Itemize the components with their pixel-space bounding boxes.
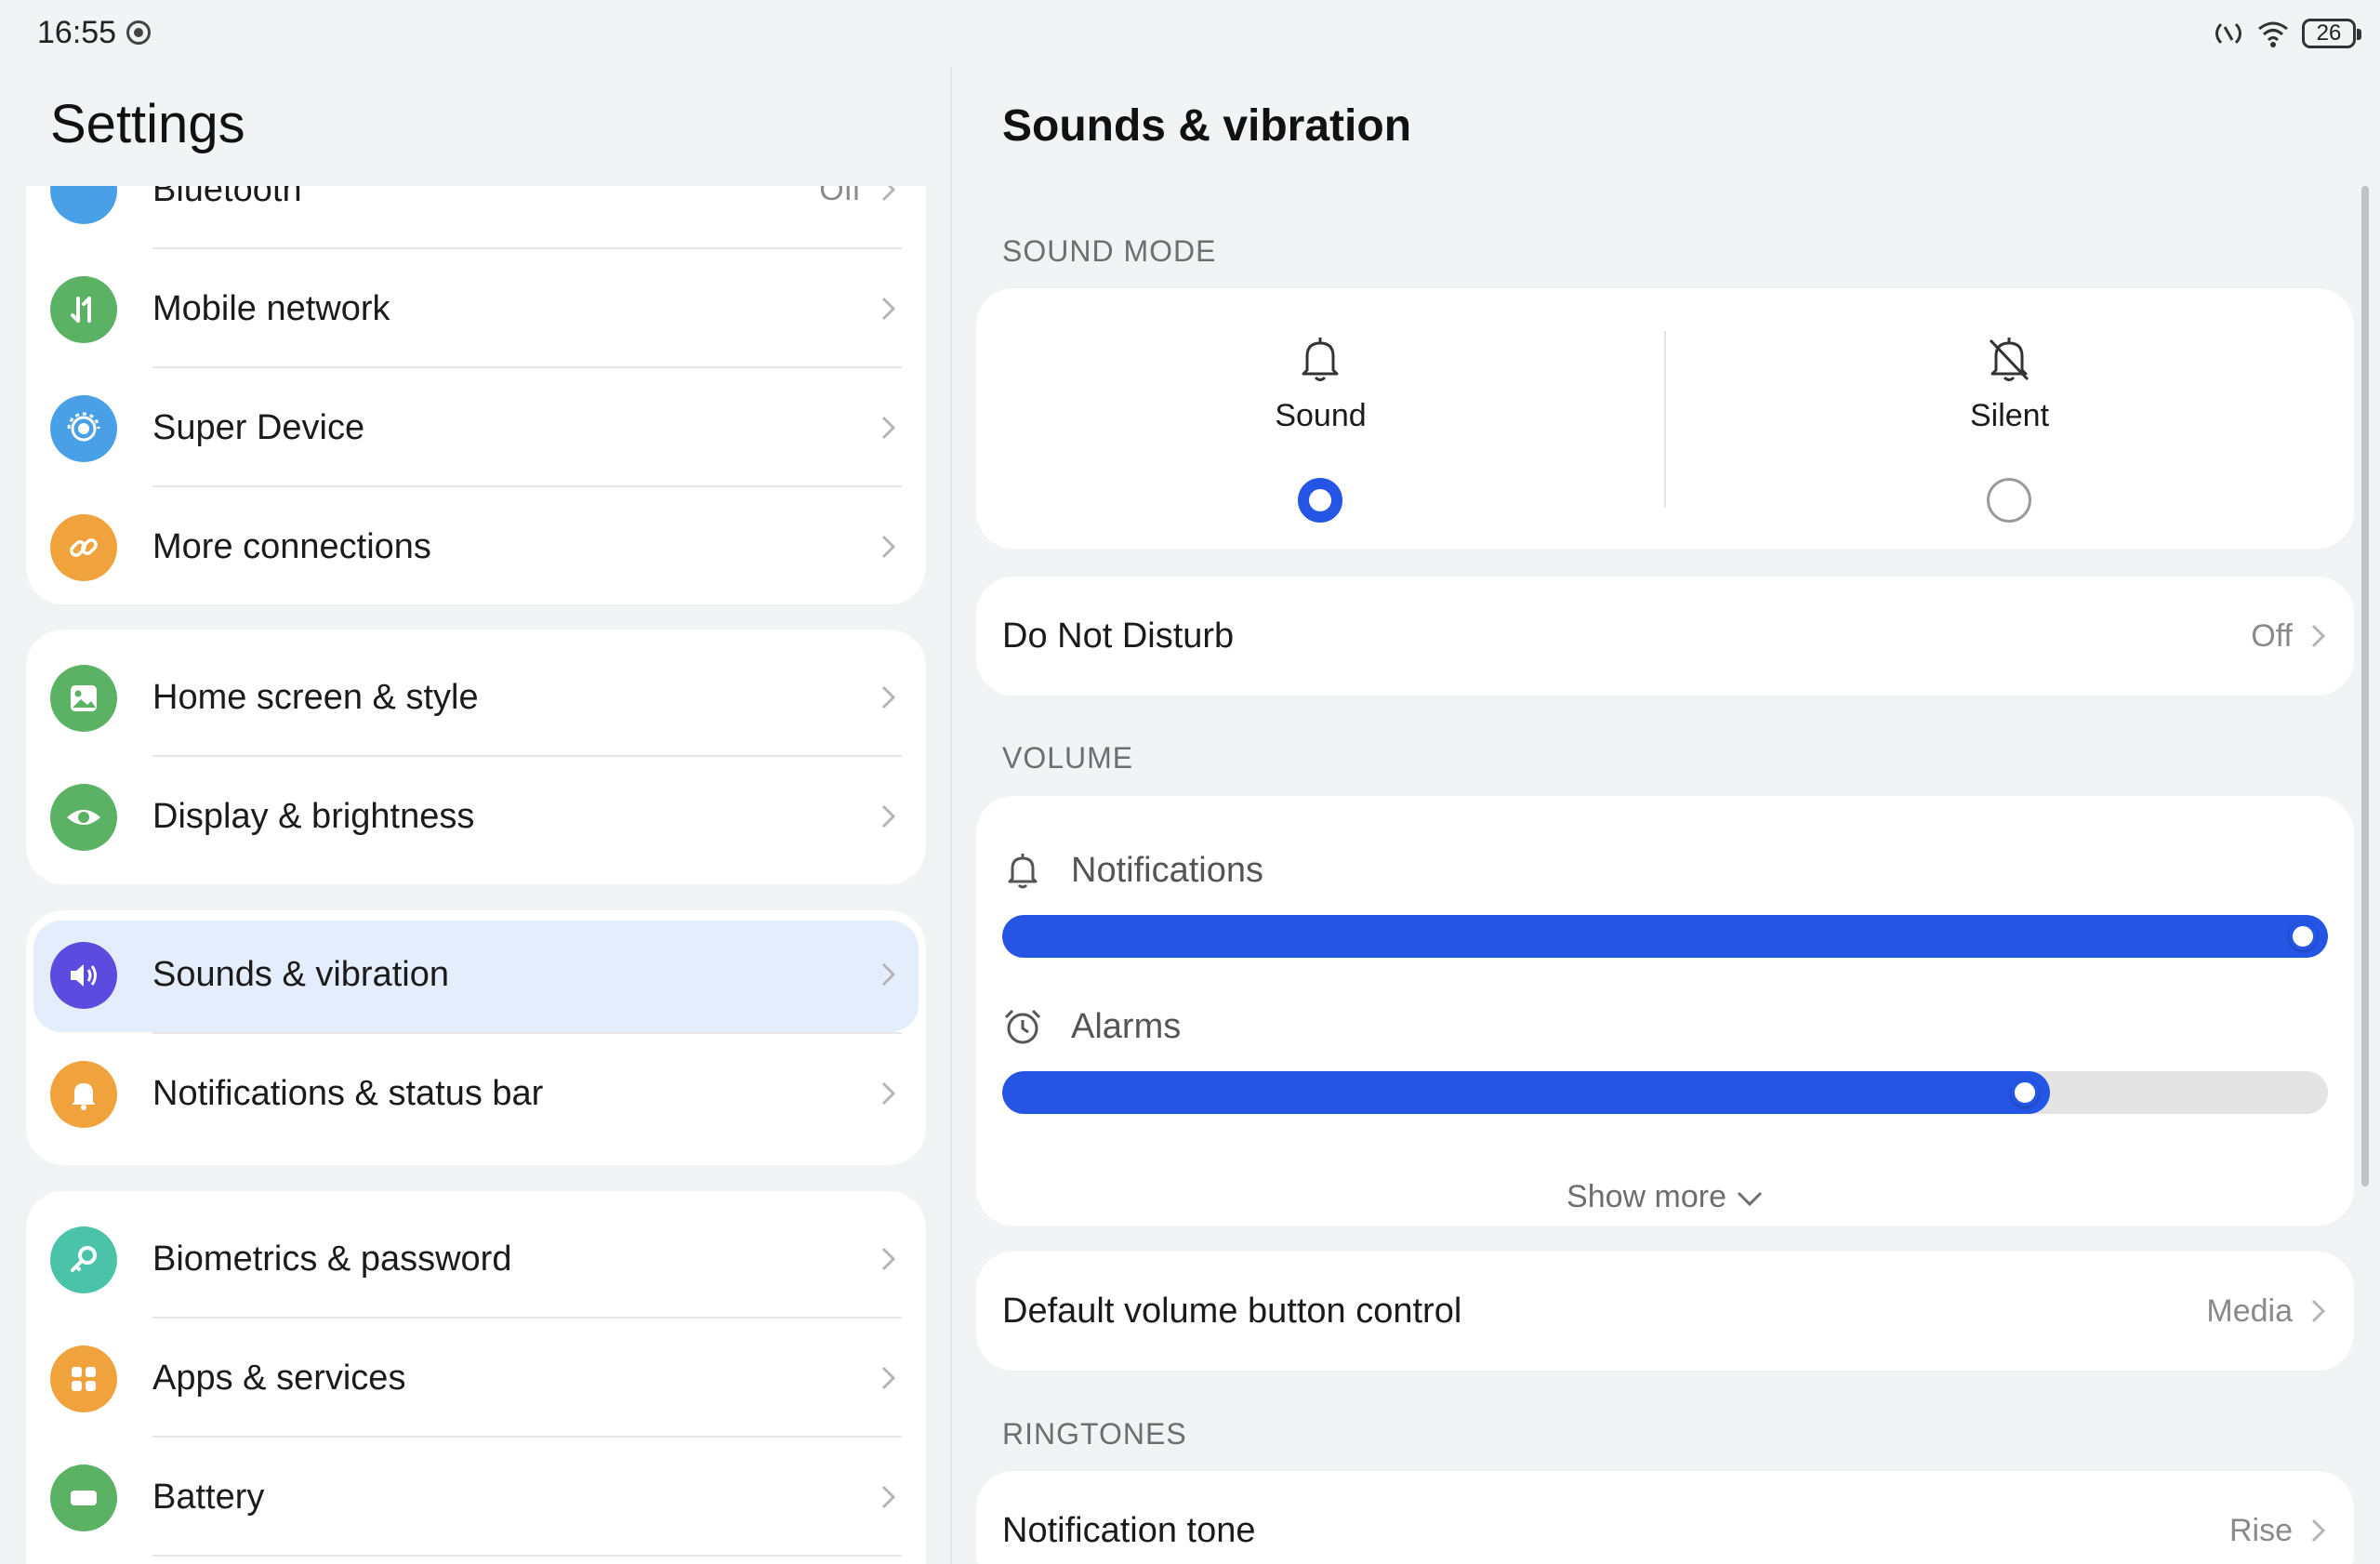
settings-item-notifications-status-bar[interactable]: Notifications & status bar: [26, 1034, 926, 1153]
settings-group-security: Biometrics & password Apps & services Ba…: [26, 1191, 926, 1564]
chevron-right-icon: [2311, 624, 2326, 648]
notification-tone-label: Notification tone: [1002, 1511, 1256, 1550]
chevron-right-icon: [881, 416, 896, 440]
settings-group-display: Home screen & style Display & brightness: [26, 630, 926, 884]
settings-item-sounds-vibration[interactable]: Sounds & vibration: [26, 915, 926, 1034]
settings-item-label: Super Device: [152, 408, 365, 447]
settings-item-more-connections[interactable]: More connections: [26, 487, 926, 604]
show-more-label: Show more: [1567, 1179, 1726, 1214]
volume-label: Notifications: [1071, 851, 1263, 890]
battery-level: 26: [2316, 20, 2342, 46]
chevron-right-icon: [881, 962, 896, 987]
status-bar: 16:55 26: [0, 0, 2380, 67]
alarms-volume-slider[interactable]: [1002, 1071, 2328, 1114]
section-label-volume: VOLUME: [1002, 741, 1134, 775]
silent-radio[interactable]: [1987, 478, 2031, 523]
default-volume-label: Default volume button control: [1002, 1292, 1462, 1331]
settings-item-label: Mobile network: [152, 289, 390, 328]
settings-item-mobile-network[interactable]: Mobile network: [26, 249, 926, 368]
settings-item-biometrics-password[interactable]: Biometrics & password: [26, 1200, 926, 1319]
dnd-value: Off: [2251, 618, 2293, 654]
status-time: 16:55: [37, 15, 117, 50]
chevron-right-icon: [2311, 1518, 2326, 1543]
settings-title: Settings: [50, 94, 245, 154]
chevron-right-icon: [881, 186, 896, 202]
settings-item-label: Battery: [152, 1478, 265, 1517]
settings-item-label: Home screen & style: [152, 678, 479, 717]
chevron-down-icon: [1737, 1191, 1763, 1207]
speaker-icon: [50, 942, 117, 1009]
bluetooth-icon: [50, 186, 117, 224]
bell-icon: [1302, 338, 1339, 381]
page-title: Sounds & vibration: [1002, 101, 1412, 151]
image-icon: [50, 665, 117, 732]
wifi-icon: [2258, 21, 2288, 47]
chevron-right-icon: [881, 685, 896, 709]
pane-divider: [950, 67, 952, 1564]
chevron-right-icon: [881, 1366, 896, 1390]
settings-item-super-device[interactable]: Super Device: [26, 368, 926, 487]
slider-handle[interactable]: [2289, 922, 2317, 950]
nfc-icon: [2215, 22, 2241, 45]
super-device-icon: [50, 395, 117, 462]
do-not-disturb-row[interactable]: Do Not Disturb Off: [976, 577, 2354, 696]
section-label-sound-mode: SOUND MODE: [1002, 234, 1217, 268]
silent-mode-label: Silent: [1969, 398, 2050, 433]
default-volume-value: Media: [2206, 1293, 2293, 1329]
link-icon: [50, 514, 117, 581]
settings-item-label: Apps & services: [152, 1359, 406, 1398]
chevron-right-icon: [881, 1485, 896, 1509]
bell-off-icon: [1989, 338, 2030, 381]
sound-mode-sound[interactable]: Sound: [976, 288, 1665, 549]
settings-item-label: Display & brightness: [152, 797, 475, 836]
settings-list[interactable]: Bluetooth Off Mobile network Super Devic…: [26, 186, 926, 1564]
show-more-button[interactable]: Show more: [976, 1179, 2354, 1215]
status-icons: 26: [2213, 15, 2361, 52]
settings-item-value: Off: [819, 186, 861, 207]
chevron-right-icon: [881, 297, 896, 321]
sound-mode-card: Sound Silent: [976, 288, 2354, 549]
chevron-right-icon: [881, 535, 896, 559]
notification-tone-value: Rise: [2228, 1513, 2293, 1548]
bell-icon: [1008, 854, 1038, 889]
battery-icon: [50, 1465, 117, 1531]
eye-icon: [50, 784, 117, 851]
key-icon: [50, 1226, 117, 1293]
sound-radio[interactable]: [1298, 478, 1342, 523]
settings-item-label: Bluetooth: [152, 186, 302, 209]
settings-item-home-screen[interactable]: Home screen & style: [26, 638, 926, 757]
settings-item-bluetooth[interactable]: Bluetooth Off: [26, 186, 926, 249]
apps-icon: [50, 1345, 117, 1412]
settings-item-battery[interactable]: Battery: [26, 1438, 926, 1557]
chevron-right-icon: [881, 804, 896, 828]
chevron-right-icon: [2311, 1299, 2326, 1323]
battery-indicator: 26: [2302, 19, 2361, 48]
settings-item-label: More connections: [152, 527, 431, 566]
slider-handle[interactable]: [2010, 1079, 2039, 1107]
bell-icon: [50, 1061, 117, 1128]
chevron-right-icon: [881, 1247, 896, 1271]
settings-item-display-brightness[interactable]: Display & brightness: [26, 757, 926, 876]
settings-item-label: Sounds & vibration: [152, 955, 449, 994]
settings-item-apps-services[interactable]: Apps & services: [26, 1319, 926, 1438]
dnd-label: Do Not Disturb: [1002, 616, 1235, 656]
chevron-right-icon: [881, 1081, 896, 1106]
settings-item-label: Notifications & status bar: [152, 1074, 544, 1113]
sound-mode-label: Sound: [1275, 398, 1367, 433]
notification-dot-icon: [126, 20, 151, 45]
notifications-volume-slider[interactable]: [1002, 915, 2328, 958]
scrollbar[interactable]: [2361, 186, 2369, 1186]
mobile-network-icon: [50, 276, 117, 343]
section-label-ringtones: RINGTONES: [1002, 1417, 1187, 1451]
default-volume-control-row[interactable]: Default volume button control Media: [976, 1252, 2354, 1371]
notification-tone-row[interactable]: Notification tone Rise: [976, 1471, 2354, 1564]
volume-card: Notifications Alarms Show more: [976, 796, 2354, 1226]
alarm-clock-icon: [1004, 1009, 1041, 1044]
sound-mode-silent[interactable]: Silent: [1665, 288, 2354, 549]
settings-item-label: Biometrics & password: [152, 1239, 512, 1279]
settings-group-connections: Bluetooth Off Mobile network Super Devic…: [26, 186, 926, 604]
settings-group-sound: Sounds & vibration Notifications & statu…: [26, 910, 926, 1165]
volume-label: Alarms: [1071, 1007, 1182, 1046]
